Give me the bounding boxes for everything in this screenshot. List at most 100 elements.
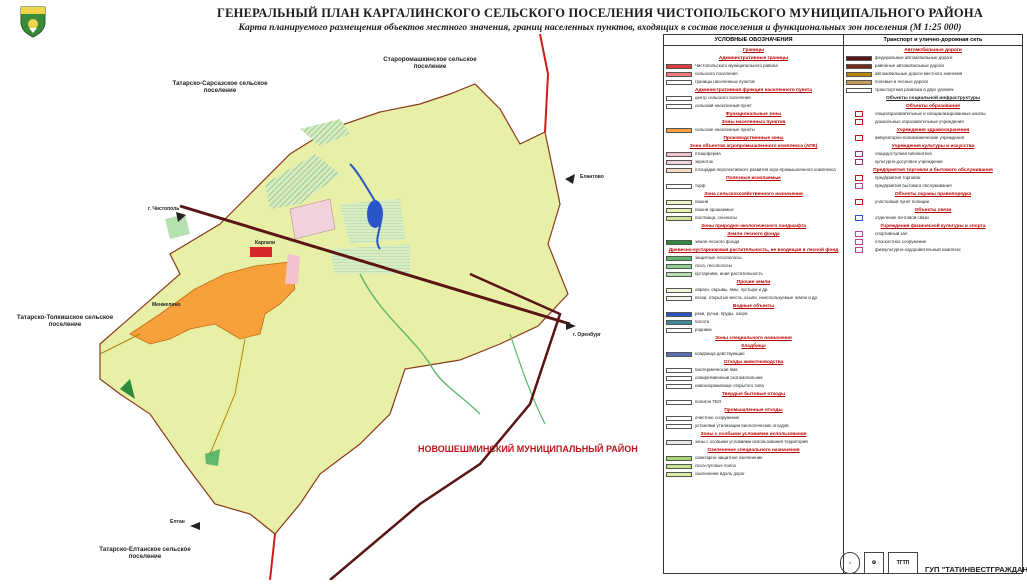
- legend-section-title: Земли лесного фонда: [727, 232, 780, 237]
- neighbor-label-tatar-tolkish: Татарско-Толкишское сельское поселение: [16, 314, 114, 328]
- road-tag-chistopol: г. Чистополь: [148, 206, 180, 212]
- legend-section-title: Границы: [742, 48, 765, 53]
- legend-swatch: [666, 167, 692, 173]
- legend-item-label: районные автомобильные дороги: [875, 63, 944, 68]
- footer: ☼ ⚙ ТГТП ГУП "ТАТИНВЕСТГРАЖДАНПРОЕКТ": [840, 552, 1027, 576]
- legend-item: земли лесного фонда: [664, 238, 843, 246]
- legend-item: общедоступная библиотека: [844, 150, 1022, 158]
- legend-item-label: очистное сооружение: [695, 415, 740, 420]
- legend-swatch: [666, 239, 692, 245]
- legend-symbol-icon: [855, 151, 863, 157]
- legend-item: предприятия бытового обслуживания: [844, 182, 1022, 190]
- legend-item-label: установки утилизации биологических отход…: [695, 423, 789, 428]
- legend-section-title: Производственные зоны: [723, 136, 784, 141]
- legend-swatch: [666, 415, 692, 421]
- legend-item-label: овраги, обрывы, ямы, пустыри и др.: [695, 287, 769, 292]
- legend-item: родники: [664, 326, 843, 334]
- legend-swatch: [666, 455, 692, 461]
- legend-swatch: [666, 319, 692, 325]
- legend-swatch: [666, 151, 692, 157]
- legend-section-title: Зоны специального назначения: [715, 336, 792, 341]
- legend-item: границы населенных пунктов: [664, 78, 843, 86]
- map-area[interactable]: Татарско-Сарсазское сельское поселение С…: [0, 33, 662, 581]
- legend-section-title: Предприятия торговли и бытового обслужив…: [873, 168, 993, 173]
- legend-item: амбулаторно-поликлинические учреждения: [844, 134, 1022, 142]
- legend-item-label: леса-лугопые пояса: [695, 463, 736, 468]
- coat-of-arms-icon: [20, 6, 46, 38]
- legend-item-label: навозохранилище открытого типа: [695, 383, 764, 388]
- map-canvas[interactable]: [0, 33, 662, 581]
- neighbor-label-staroromashkino: Староромашкинское сельское поселение: [383, 56, 477, 70]
- legend-section-title: Автомобильные дороги: [904, 48, 962, 53]
- legend-item-label: предприятия торговли: [875, 175, 921, 180]
- legend-item: физкультурно-оздоровительный комплекс: [844, 246, 1022, 254]
- legend-section-title: Зона сельскохозяйственного назначения: [704, 192, 803, 197]
- emblem: [18, 4, 48, 38]
- legend-item-label: культурно-досуговое учреждение: [875, 159, 943, 164]
- legend-swatch: [666, 439, 692, 445]
- legend-swatch: [666, 423, 692, 429]
- legend-item: кладбища действующие: [664, 350, 843, 358]
- legend-item: транспортная развязка в двух уровнях: [844, 86, 1022, 94]
- legend-item-label: отделение почтовой связи: [875, 215, 929, 220]
- legend-item-label: транспортная развязка в двух уровнях: [875, 87, 954, 92]
- organization-name: ГУП "ТАТИНВЕСТГРАЖДАНПРОЕКТ": [925, 565, 1027, 574]
- legend-item-label: пашни: [695, 199, 709, 204]
- legend-item-label: пески, открытые места, осыпи, неиспользу…: [695, 295, 819, 300]
- legend-item-label: пастбища, сенокосы: [695, 215, 737, 220]
- legend-swatch: [666, 183, 692, 189]
- district-label: НОВОШЕШМИНСКИЙ МУНИЦИПАЛЬНЫЙ РАЙОН: [418, 444, 638, 454]
- legend-item: санитарно-защитное озеленение: [664, 454, 843, 462]
- legend-section-title: Зоны населенных пунктов: [721, 120, 786, 125]
- legend-item: спортивный зал: [844, 230, 1022, 238]
- legend-swatch: [846, 63, 872, 69]
- legend-item-label: полевые и лесные дороги: [875, 79, 928, 84]
- legend-section-title: Кладбища: [741, 344, 766, 349]
- legend-section-title: Объекты социальной инфраструктуры: [886, 96, 980, 101]
- legend-item: федеральные автомобильные дороги: [844, 54, 1022, 62]
- legend-symbol-icon: [855, 239, 863, 245]
- legend-symbol-icon: [855, 199, 863, 205]
- legend-item: сибиреязвенный скотомогильник: [664, 374, 843, 382]
- lake: [367, 200, 383, 228]
- legend-item-label: родники: [695, 327, 712, 332]
- legend-swatch: [846, 87, 872, 93]
- legend-item: пашни орошаемые: [664, 206, 843, 214]
- legend-swatch: [666, 71, 692, 77]
- legend-swatch: [666, 79, 692, 85]
- legend-section-title: Объекты связи: [914, 208, 952, 213]
- legend-swatch: [666, 63, 692, 69]
- legend-item: очистное сооружение: [664, 414, 843, 422]
- legend-right-header: Транспорт и улично-дорожная сеть: [844, 35, 1022, 46]
- road-tag-elantovo: Елантово: [580, 174, 604, 180]
- legend-item-label: сельские населенные пункты: [695, 127, 755, 132]
- road-tag-orenburg: г. Оренбург: [573, 332, 601, 338]
- legend-item: леса, лесополосы: [664, 262, 843, 270]
- legend-item-label: центр сельского поселения: [695, 95, 751, 100]
- legend-swatch: [846, 55, 872, 61]
- legend-section-title: Зоны с особыми условиями использования: [700, 432, 807, 437]
- legend-item: болота: [664, 318, 843, 326]
- legend-item-label: кустарники, иная растительность: [695, 271, 763, 276]
- legend-item-label: границы населенных пунктов: [695, 79, 755, 84]
- legend-item-label: Чистопольского муниципального района: [695, 63, 778, 68]
- village-label-menzhelino: Менжелино: [152, 302, 181, 308]
- legend-item-label: зерноток: [695, 159, 713, 164]
- legend-swatch: [666, 271, 692, 277]
- legend-section-title: Твердые бытовые отходы: [721, 392, 786, 397]
- legend-item: центр сельского поселения: [664, 94, 843, 102]
- legend-section-title: Объекты охраны правопорядка: [894, 192, 972, 197]
- legend-swatch: [666, 375, 692, 381]
- title-block: ГЕНЕРАЛЬНЫЙ ПЛАН КАРГАЛИНСКОГО СЕЛЬСКОГО…: [180, 6, 1020, 33]
- arrow-elantovo-icon: [565, 174, 575, 184]
- neighbor-label-tatar-eltan: Татарско-Елтанское сельское поселение: [99, 546, 191, 560]
- legend-item-label: биотермическая яма: [695, 367, 738, 372]
- legend-swatch: [666, 215, 692, 221]
- legend-item: Чистопольского муниципального района: [664, 62, 843, 70]
- legend-item: предприятия торговли: [844, 174, 1022, 182]
- legend-swatch: [666, 471, 692, 477]
- legend-item: сельского поселения: [664, 70, 843, 78]
- legend-item: пашни: [664, 198, 843, 206]
- legend-item: культурно-досуговое учреждение: [844, 158, 1022, 166]
- settlement-center: [250, 247, 272, 257]
